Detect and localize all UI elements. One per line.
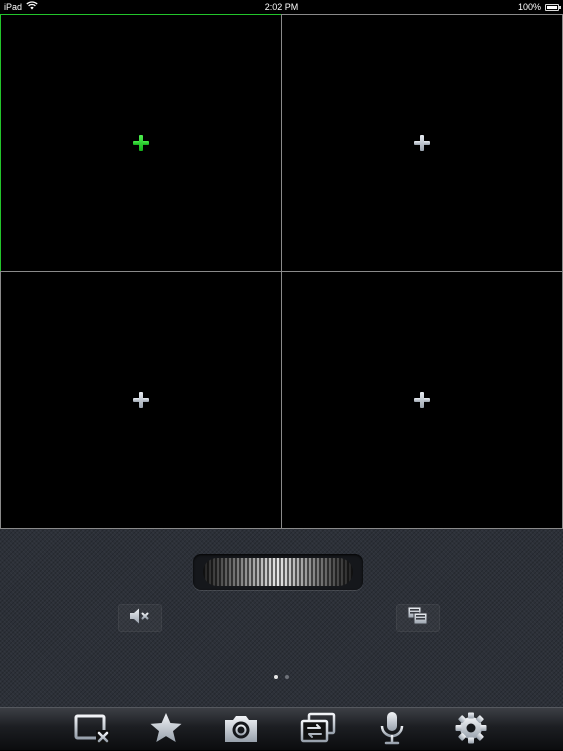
- bottom-toolbar: [0, 707, 563, 750]
- page-dot[interactable]: [274, 675, 278, 679]
- switch-view-icon: [299, 711, 337, 750]
- status-right: 100%: [517, 0, 561, 14]
- snapshot-button[interactable]: [219, 710, 263, 750]
- add-camera-icon[interactable]: [414, 392, 430, 408]
- add-camera-icon[interactable]: [133, 392, 149, 408]
- settings-button[interactable]: [449, 710, 493, 750]
- mute-button[interactable]: [118, 604, 162, 632]
- video-cell-3[interactable]: [0, 271, 282, 529]
- video-cell-1[interactable]: [0, 14, 282, 272]
- camera-icon: [222, 711, 260, 750]
- add-camera-icon[interactable]: [133, 135, 149, 151]
- close-view-icon: [71, 711, 111, 750]
- gear-icon: [454, 711, 488, 750]
- battery-icon: [545, 3, 561, 11]
- talk-button[interactable]: [370, 710, 414, 750]
- ptz-wheel[interactable]: [193, 554, 363, 590]
- battery-percent: 100%: [517, 2, 541, 12]
- status-bar: iPad 2:02 PM 100%: [0, 0, 563, 14]
- ptz-wheel-icon: [203, 558, 353, 586]
- switch-view-button[interactable]: [296, 710, 340, 750]
- speaker-muted-icon: [128, 606, 152, 631]
- close-view-button[interactable]: [69, 710, 113, 750]
- video-grid: [0, 14, 563, 529]
- video-cell-4[interactable]: [281, 271, 563, 529]
- favorite-button[interactable]: [144, 710, 188, 750]
- star-icon: [148, 711, 184, 750]
- video-cell-2[interactable]: [281, 14, 563, 272]
- microphone-icon: [376, 710, 408, 751]
- control-panel: [0, 529, 563, 707]
- add-camera-icon[interactable]: [414, 135, 430, 151]
- multi-screen-button[interactable]: [396, 604, 440, 632]
- page-dot[interactable]: [285, 675, 289, 679]
- multi-screen-icon: [406, 605, 430, 632]
- page-indicator[interactable]: [0, 675, 563, 679]
- status-time: 2:02 PM: [264, 2, 299, 12]
